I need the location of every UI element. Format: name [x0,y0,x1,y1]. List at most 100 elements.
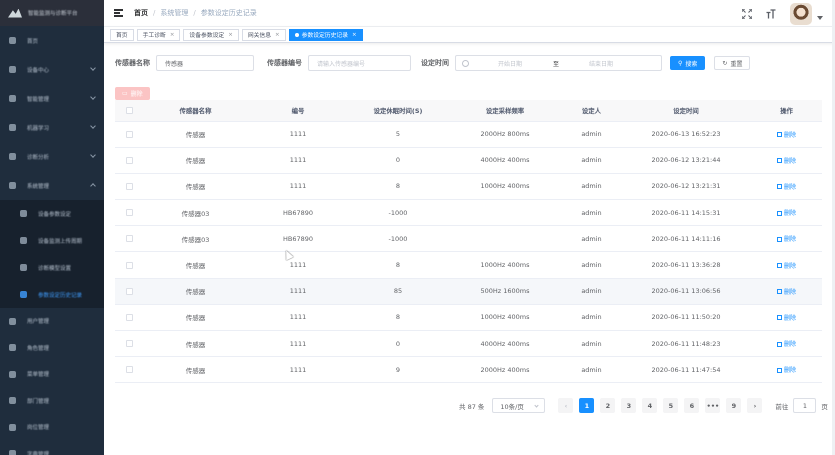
row-delete-button[interactable]: 删除 [776,263,796,270]
sidebar-item[interactable]: 参数设定历史记录 [0,281,104,308]
prev-page-button[interactable]: ‹ [558,398,574,413]
user-avatar[interactable] [790,2,812,25]
sidebar-item[interactable]: 字典管理 [0,441,104,455]
sidebar-logo[interactable]: 智能监测与诊断平台 [0,0,104,26]
tag-item[interactable]: 网关信息 × [241,28,286,41]
row-delete-button[interactable]: 删除 [776,184,796,191]
row-select-cell[interactable] [115,304,143,332]
table-row[interactable]: 传感器 1111 8 1000Hz 400ms admin 2020-06-11 13:3… [115,251,822,279]
sidebar-item[interactable]: 首页 [0,26,104,55]
next-page-button[interactable]: › [747,398,763,413]
reset-button[interactable]: ↻ 重置 [714,56,751,70]
row-checkbox[interactable] [125,130,133,138]
row-select-cell[interactable] [115,199,143,227]
tag-item[interactable]: 手工诊断 × [136,28,181,41]
table-row[interactable]: 传感器 1111 5 2000Hz 800ms admin 2020-06-13 16:5… [115,121,822,148]
row-select-cell[interactable] [115,330,143,358]
date-range-picker[interactable]: 开始日期 至 结束日期 [455,55,662,71]
sidebar-item[interactable]: 机器学习 [0,113,104,142]
caret-down-icon[interactable] [817,15,823,20]
row-checkbox[interactable] [125,182,133,190]
cell-set-time: 2020-06-11 14:11:16 [621,225,751,253]
sensor-code-input[interactable]: 请输入传感器编号 [308,55,411,71]
row-select-cell[interactable] [115,121,143,148]
row-checkbox[interactable] [125,261,133,269]
breadcrumb-home[interactable]: 首页 [134,8,148,18]
sidebar-item[interactable]: 角色管理 [0,335,104,362]
select-all-cell[interactable] [115,100,143,122]
table-row[interactable]: 传感器 1111 0 4000Hz 400ms admin 2020-06-12 13:2… [115,147,822,174]
table-row[interactable]: 传感器 1111 8 1000Hz 400ms admin 2020-06-12 13:2… [115,173,822,201]
sidebar-item[interactable]: 设备参数设定 [0,200,104,227]
table-row[interactable]: 传感器 1111 85 500Hz 1600ms admin 2020-06-11 13:… [115,278,822,305]
close-icon[interactable]: × [352,32,357,38]
row-delete-button[interactable]: 删除 [776,210,796,217]
sensor-name-input[interactable]: 传感器 [156,55,254,71]
page-button[interactable]: 3 [621,398,637,413]
sidebar-item[interactable]: 诊断分析 [0,142,104,171]
table-row[interactable]: 传感器 1111 9 2000Hz 400ms admin 2020-06-11 11:4… [115,356,822,384]
select-all-checkbox[interactable] [125,106,133,114]
row-delete-button[interactable]: 删除 [776,315,796,322]
shield-icon [20,237,27,244]
table-row[interactable]: 传感器 1111 0 4000Hz 400ms admin 2020-06-11 11:4… [115,330,822,358]
close-icon[interactable]: × [275,32,280,38]
row-checkbox[interactable] [125,366,133,374]
page-button[interactable]: 4 [642,398,658,413]
sidebar-item[interactable]: 用户管理 [0,308,104,335]
page-button[interactable]: 1 [579,398,595,413]
page-button[interactable]: 6 [684,398,700,413]
tag-item[interactable]: 首页 [110,28,134,41]
row-delete-button[interactable]: 删除 [776,367,796,374]
row-delete-button[interactable]: 删除 [776,132,796,139]
table-row[interactable]: 传感器03 HB67890 -1000 admin 2020-06-11 14:11:1… [115,225,822,253]
row-delete-button[interactable]: 删除 [776,289,796,296]
table-row[interactable]: 传感器 1111 8 1000Hz 400ms admin 2020-06-11 11:5… [115,304,822,332]
row-delete-button[interactable]: 删除 [776,236,796,243]
fullscreen-icon[interactable] [742,8,752,19]
row-checkbox[interactable] [125,313,133,321]
row-checkbox[interactable] [125,156,133,164]
sidebar-item[interactable]: 部门管理 [0,388,104,415]
cell-actions: 删除 [751,225,822,253]
row-select-cell[interactable] [115,173,143,201]
row-checkbox[interactable] [125,287,133,295]
close-icon[interactable]: × [228,32,233,38]
row-select-cell[interactable] [115,147,143,174]
more-pages-button[interactable]: ••• [705,398,721,413]
row-select-cell[interactable] [115,278,143,305]
sidebar-item[interactable]: 菜单管理 [0,361,104,388]
cell-code: HB67890 [248,199,348,227]
end-date-input[interactable]: 结束日期 [589,59,613,68]
row-delete-button[interactable]: 删除 [776,341,796,348]
page-button[interactable]: 5 [663,398,679,413]
row-checkbox[interactable] [125,235,133,243]
sidebar-item[interactable]: 设备监测上传周期 [0,227,104,254]
row-select-cell[interactable] [115,251,143,279]
trash-icon: ▭ [122,90,128,97]
row-checkbox[interactable] [125,340,133,348]
tag-label: 首页 [116,33,128,39]
font-size-icon[interactable] [766,8,776,19]
tag-item[interactable]: 设备参数设定 × [183,28,239,41]
sidebar-item[interactable]: 设备中心 [0,55,104,84]
row-checkbox[interactable] [125,209,133,217]
page-size-select[interactable]: 10条/页 [492,398,546,413]
sidebar-item[interactable]: 智能管理 [0,84,104,113]
sidebar-item[interactable]: 诊断模型设置 [0,254,104,281]
start-date-input[interactable]: 开始日期 [498,59,522,68]
delete-button[interactable]: ▭ 删除 [115,87,150,100]
tag-item[interactable]: 参数设定历史记录 × [288,28,363,41]
page-button[interactable]: 9 [726,398,742,413]
row-delete-button[interactable]: 删除 [776,158,796,165]
table-row[interactable]: 传感器03 HB67890 -1000 admin 2020-06-11 14:15:3… [115,199,822,227]
row-select-cell[interactable] [115,225,143,253]
hamburger-icon[interactable] [114,9,123,17]
page-button[interactable]: 2 [600,398,616,413]
row-select-cell[interactable] [115,356,143,384]
close-icon[interactable]: × [170,32,175,38]
search-button[interactable]: ⚲ 搜索 [670,56,706,70]
goto-page-input[interactable]: 1 [793,398,817,413]
sidebar-item[interactable]: 岗位管理 [0,414,104,441]
sidebar-item[interactable]: 系统管理 [0,171,104,200]
